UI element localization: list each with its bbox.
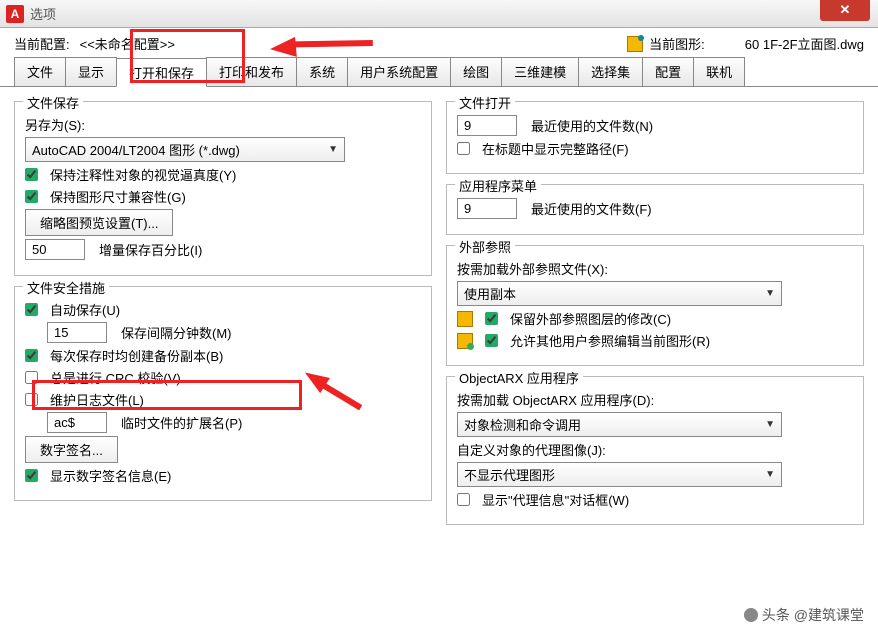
drawing-icon bbox=[627, 36, 643, 52]
saveas-combo[interactable]: AutoCAD 2004/LT2004 图形 (*.dwg) ▼ bbox=[25, 137, 345, 162]
titlebar: A 选项 ✕ bbox=[0, 0, 878, 28]
file-save-group: 文件保存 另存为(S): AutoCAD 2004/LT2004 图形 (*.d… bbox=[14, 101, 432, 276]
create-bak-label: 每次保存时均创建备份副本(B) bbox=[50, 346, 223, 365]
app-menu-group: 应用程序菜单 最近使用的文件数(F) bbox=[446, 184, 864, 235]
temp-ext-input[interactable] bbox=[47, 412, 107, 433]
file-save-title: 文件保存 bbox=[23, 93, 83, 112]
saveas-combo-value: AutoCAD 2004/LT2004 图形 (*.dwg) bbox=[32, 140, 240, 159]
redbox-tab bbox=[130, 29, 245, 83]
objectarx-group: ObjectARX 应用程序 按需加载 ObjectARX 应用程序(D): 对… bbox=[446, 376, 864, 525]
xref-edit-icon bbox=[457, 333, 473, 349]
current-drawing-value: 60 1F-2F立面图.dwg bbox=[745, 34, 864, 53]
thumbnail-btn[interactable]: 缩略图预览设置(T)... bbox=[25, 209, 173, 236]
tab-file[interactable]: 文件 bbox=[14, 57, 66, 86]
allow-xref-edit-label: 允许其他用户参照编辑当前图形(R) bbox=[510, 331, 710, 350]
autosave-min-label: 保存间隔分钟数(M) bbox=[121, 323, 232, 342]
keep-annotative-label: 保持注释性对象的视觉逼真度(Y) bbox=[50, 165, 236, 184]
keep-size-cb[interactable] bbox=[25, 190, 38, 203]
objectarx-title: ObjectARX 应用程序 bbox=[455, 368, 583, 387]
incr-save-input[interactable] bbox=[25, 239, 85, 260]
arx-load-combo[interactable]: 对象检测和命令调用 ▼ bbox=[457, 412, 782, 437]
fullpath-cb[interactable] bbox=[457, 142, 470, 155]
watermark-text: 头条 @建筑课堂 bbox=[762, 605, 864, 625]
tab-userpref[interactable]: 用户系统配置 bbox=[347, 57, 451, 86]
keep-xref-layer-label: 保留外部参照图层的修改(C) bbox=[510, 309, 671, 328]
proxy-img-label: 自定义对象的代理图像(J): bbox=[457, 440, 606, 459]
proxy-info-cb[interactable] bbox=[457, 493, 470, 506]
watermark: 头条 @建筑课堂 bbox=[744, 605, 864, 625]
tab-system[interactable]: 系统 bbox=[296, 57, 348, 86]
create-bak-cb[interactable] bbox=[25, 349, 38, 362]
allow-xref-edit-cb[interactable] bbox=[485, 334, 498, 347]
xref-icon bbox=[457, 311, 473, 327]
autosave-label: 自动保存(U) bbox=[50, 300, 120, 319]
proxy-img-combo[interactable]: 不显示代理图形 ▼ bbox=[457, 462, 782, 487]
temp-ext-label: 临时文件的扩展名(P) bbox=[121, 413, 242, 432]
tab-3d[interactable]: 三维建模 bbox=[501, 57, 579, 86]
tab-display[interactable]: 显示 bbox=[65, 57, 117, 86]
tab-config[interactable]: 配置 bbox=[642, 57, 694, 86]
saveas-label: 另存为(S): bbox=[25, 115, 85, 134]
content-pane: 文件保存 另存为(S): AutoCAD 2004/LT2004 图形 (*.d… bbox=[0, 87, 878, 531]
left-column: 文件保存 另存为(S): AutoCAD 2004/LT2004 图形 (*.d… bbox=[14, 101, 432, 525]
appmenu-recent-label: 最近使用的文件数(F) bbox=[531, 199, 652, 218]
tab-online[interactable]: 联机 bbox=[693, 57, 745, 86]
app-icon: A bbox=[6, 5, 24, 23]
right-column: 文件打开 最近使用的文件数(N) 在标题中显示完整路径(F) 应用程序菜单 最近… bbox=[446, 101, 864, 525]
incr-save-label: 增量保存百分比(I) bbox=[99, 240, 202, 259]
show-sig-cb[interactable] bbox=[25, 469, 38, 482]
tab-select[interactable]: 选择集 bbox=[578, 57, 643, 86]
fullpath-label: 在标题中显示完整路径(F) bbox=[482, 139, 629, 158]
current-drawing-label: 当前图形: bbox=[649, 34, 705, 53]
recent-files-label: 最近使用的文件数(N) bbox=[531, 116, 653, 135]
chevron-down-icon: ▼ bbox=[765, 419, 775, 430]
file-safety-title: 文件安全措施 bbox=[23, 278, 109, 297]
xref-group: 外部参照 按需加载外部参照文件(X): 使用副本 ▼ 保留外部参照图层的修改(C… bbox=[446, 245, 864, 366]
keep-xref-layer-cb[interactable] bbox=[485, 312, 498, 325]
tab-draft[interactable]: 绘图 bbox=[450, 57, 502, 86]
xref-load-label: 按需加载外部参照文件(X): bbox=[457, 259, 608, 278]
xref-combo[interactable]: 使用副本 ▼ bbox=[457, 281, 782, 306]
chevron-down-icon: ▼ bbox=[765, 469, 775, 480]
avatar-icon bbox=[744, 608, 758, 622]
xref-title: 外部参照 bbox=[455, 237, 515, 256]
xref-combo-value: 使用副本 bbox=[464, 284, 516, 303]
arx-load-value: 对象检测和命令调用 bbox=[464, 415, 581, 434]
keep-size-label: 保持图形尺寸兼容性(G) bbox=[50, 187, 186, 206]
autosave-min-input[interactable] bbox=[47, 322, 107, 343]
appmenu-recent-input[interactable] bbox=[457, 198, 517, 219]
file-open-group: 文件打开 最近使用的文件数(N) 在标题中显示完整路径(F) bbox=[446, 101, 864, 174]
keep-annotative-cb[interactable] bbox=[25, 168, 38, 181]
file-open-title: 文件打开 bbox=[455, 93, 515, 112]
current-profile-label: 当前配置: bbox=[14, 34, 70, 53]
redbox-bak bbox=[32, 380, 302, 410]
signature-btn[interactable]: 数字签名... bbox=[25, 436, 118, 463]
recent-files-input[interactable] bbox=[457, 115, 517, 136]
proxy-info-label: 显示"代理信息"对话框(W) bbox=[482, 490, 629, 509]
window-title: 选项 bbox=[30, 4, 872, 23]
arrow-to-tab bbox=[269, 37, 297, 59]
autosave-cb[interactable] bbox=[25, 303, 38, 316]
show-sig-label: 显示数字签名信息(E) bbox=[50, 466, 171, 485]
close-button[interactable]: ✕ bbox=[820, 0, 870, 21]
app-menu-title: 应用程序菜单 bbox=[455, 176, 541, 195]
chevron-down-icon: ▼ bbox=[765, 288, 775, 299]
proxy-img-value: 不显示代理图形 bbox=[464, 465, 555, 484]
chevron-down-icon: ▼ bbox=[328, 144, 338, 155]
arx-load-label: 按需加载 ObjectARX 应用程序(D): bbox=[457, 390, 654, 409]
